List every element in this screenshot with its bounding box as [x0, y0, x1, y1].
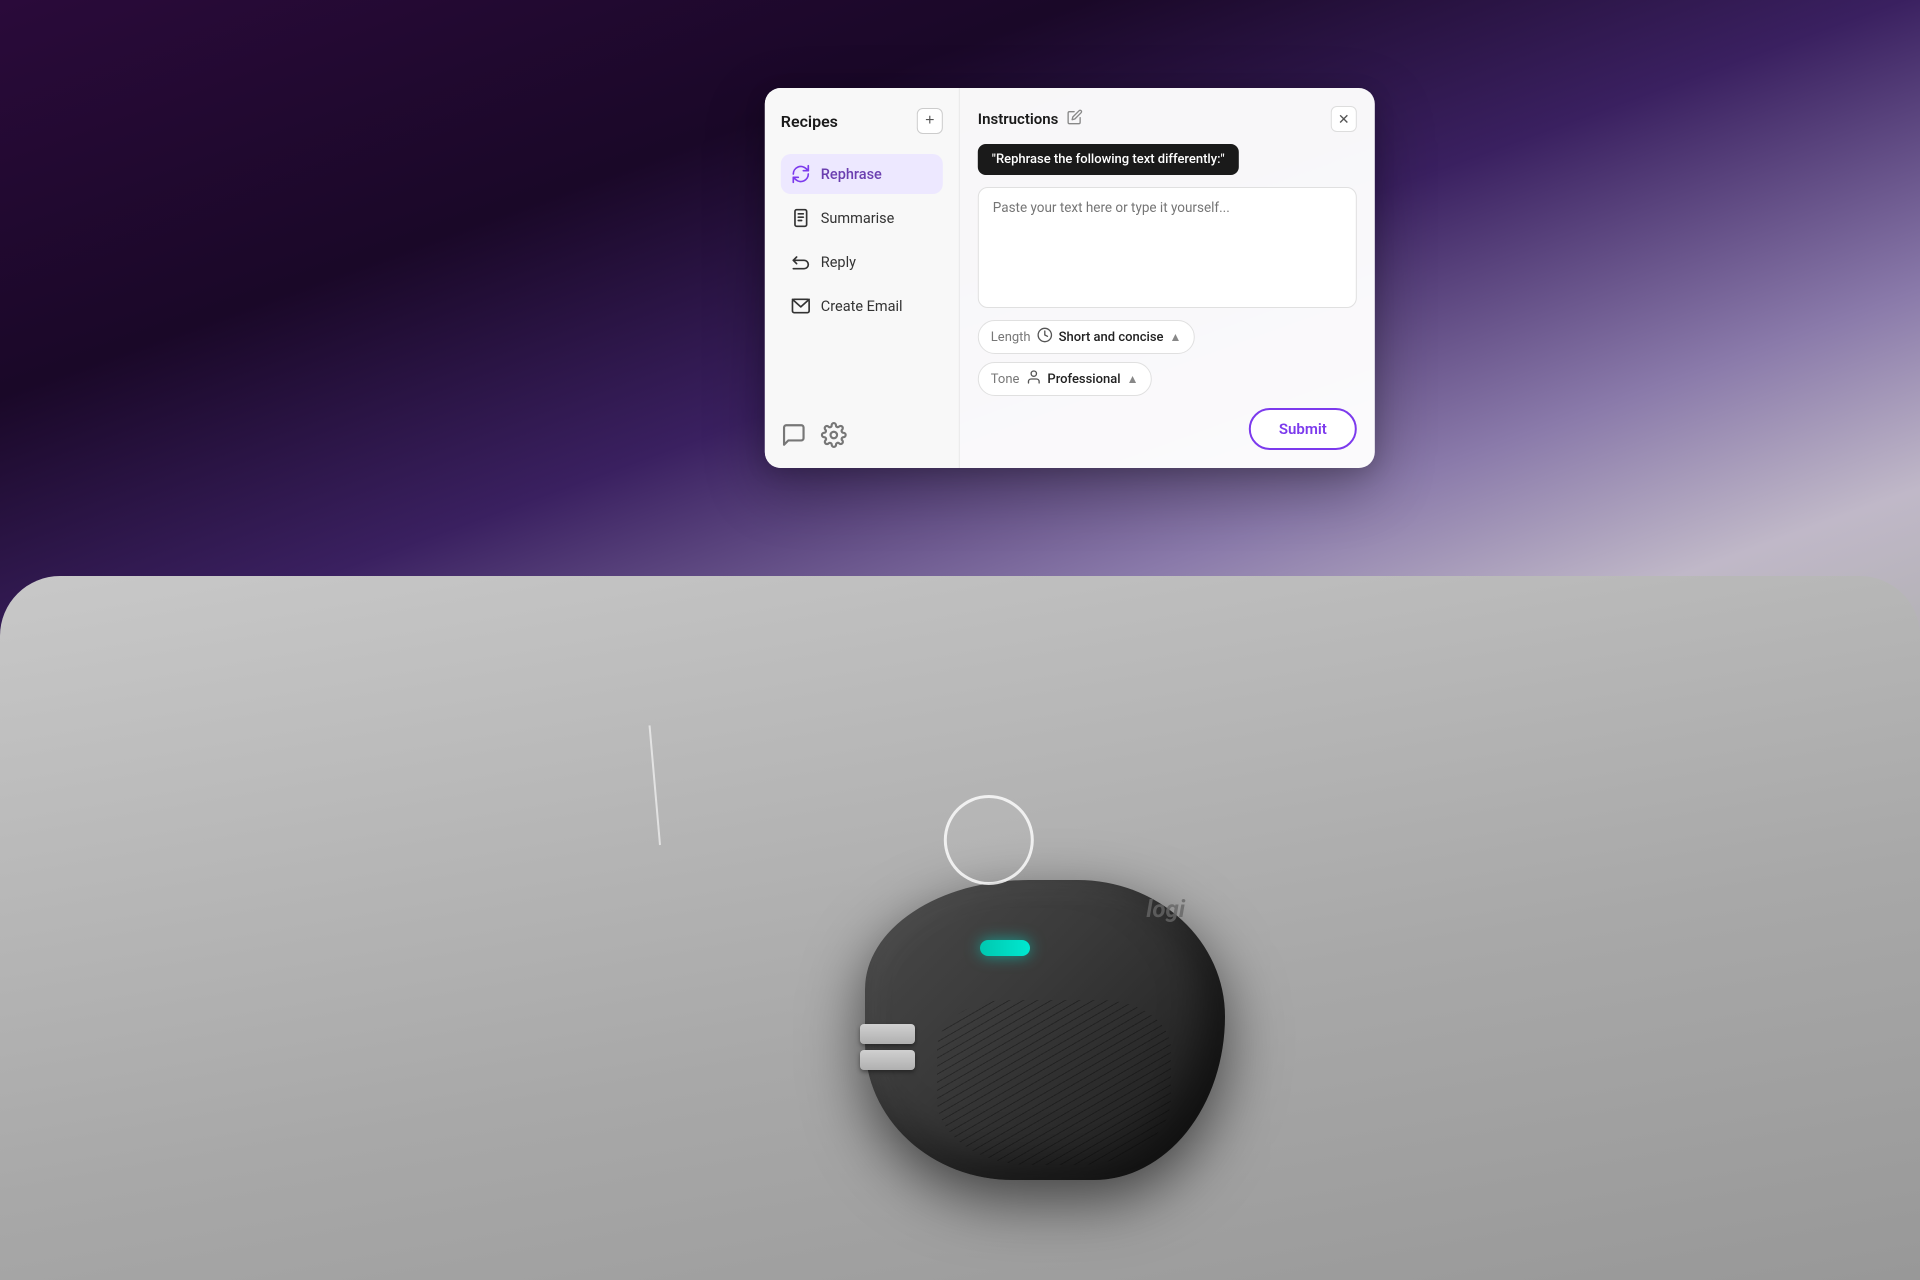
recipes-panel: Recipes + Rephrase	[765, 88, 960, 468]
callout-circle	[944, 795, 1034, 885]
mouse-btn-1	[860, 1024, 915, 1044]
controls-row: Length Short and concise ▲ Tone	[978, 320, 1357, 396]
length-label: Length	[991, 330, 1031, 345]
reply-label: Reply	[821, 254, 856, 271]
instructions-title: Instructions	[978, 109, 1083, 129]
recipes-title: Recipes	[781, 112, 838, 131]
length-value: Short and concise	[1059, 330, 1164, 345]
close-button[interactable]: ✕	[1331, 106, 1357, 132]
length-control[interactable]: Length Short and concise ▲	[978, 320, 1195, 354]
tone-value: Professional	[1047, 372, 1120, 387]
instruction-chip: "Rephrase the following text differently…	[978, 144, 1239, 175]
instructions-panel: Instructions ✕ "Rephrase the following t…	[960, 88, 1375, 468]
recipe-item-summarise[interactable]: Summarise	[781, 198, 943, 238]
summarise-label: Summarise	[821, 210, 895, 227]
recipe-list: Rephrase Summarise	[781, 154, 943, 326]
recipes-panel-header: Recipes +	[781, 108, 943, 134]
mouse-body: logi	[865, 880, 1245, 1200]
recipe-item-rephrase[interactable]: Rephrase	[781, 154, 943, 194]
recipe-item-create-email[interactable]: Create Email	[781, 286, 943, 326]
ai-dialog: Recipes + Rephrase	[765, 88, 1375, 468]
edit-icon[interactable]	[1066, 109, 1082, 129]
summarise-icon	[791, 208, 811, 228]
mouse-texture	[937, 1000, 1171, 1165]
teal-button	[980, 940, 1030, 956]
clock-icon	[1037, 327, 1053, 347]
rephrase-icon	[791, 164, 811, 184]
tone-label: Tone	[991, 372, 1020, 387]
tone-chevron: ▲	[1127, 372, 1139, 386]
add-recipe-button[interactable]: +	[917, 108, 943, 134]
chat-icon[interactable]	[781, 422, 807, 448]
submit-button[interactable]: Submit	[1249, 408, 1357, 450]
mouse-side-buttons	[860, 1024, 915, 1070]
settings-icon[interactable]	[821, 422, 847, 448]
mouse-shape: logi	[865, 880, 1225, 1180]
reply-icon	[791, 252, 811, 272]
text-input[interactable]	[978, 187, 1357, 308]
mouse-btn-2	[860, 1050, 915, 1070]
recipe-item-reply[interactable]: Reply	[781, 242, 943, 282]
rephrase-label: Rephrase	[821, 166, 882, 183]
tone-control[interactable]: Tone Professional ▲	[978, 362, 1152, 396]
panel-footer	[781, 422, 847, 448]
length-chevron: ▲	[1170, 330, 1182, 344]
submit-row: Submit	[978, 408, 1357, 450]
create-email-label: Create Email	[821, 298, 903, 315]
mouse-pad: logi	[0, 576, 1920, 1280]
instructions-header: Instructions ✕	[978, 106, 1357, 132]
logi-logo: logi	[1146, 895, 1185, 923]
email-icon	[791, 296, 811, 316]
person-icon	[1025, 369, 1041, 389]
